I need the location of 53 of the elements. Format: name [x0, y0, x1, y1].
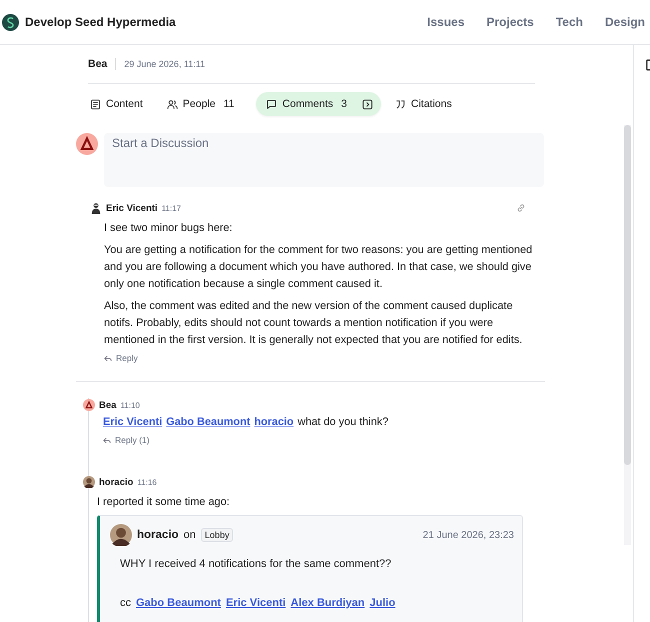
scrollbar[interactable] — [624, 125, 631, 545]
document-icon — [90, 98, 101, 110]
tab[interactable]: Comments 3 — [256, 92, 381, 116]
comment-time: 11:10 — [120, 400, 140, 410]
cc-label: cc — [120, 596, 131, 611]
mention-link[interactable]: Eric Vicenti — [226, 595, 286, 612]
nav-link[interactable]: Design — [604, 15, 645, 29]
avatar-icon — [90, 202, 102, 214]
avatar-icon — [83, 476, 95, 488]
comment-author: horacio — [99, 476, 134, 488]
tab[interactable]: People 11 — [164, 92, 244, 116]
mention-link[interactable]: Gabo Beaumont — [166, 414, 250, 431]
link-icon[interactable] — [516, 203, 526, 213]
document-date: 29 June 2026, 11:11 — [123, 59, 206, 69]
mention-link[interactable]: Alex Burdiyan — [290, 595, 365, 612]
reply-button[interactable]: Reply (1) — [103, 435, 150, 445]
avatar-icon — [76, 133, 98, 155]
comment-author: horacio — [137, 529, 179, 541]
comment-icon — [266, 98, 278, 110]
nav-link[interactable]: Projects — [486, 15, 534, 29]
nav-link[interactable]: Tech — [556, 15, 583, 29]
comment-author: Eric Vicenti — [106, 202, 158, 214]
comment-author: Bea — [99, 400, 116, 410]
quote-icon — [395, 98, 406, 110]
comment-date: 21 June 2026, 23:23 — [422, 530, 514, 540]
discussion-field[interactable]: Start a Discussion — [104, 133, 544, 187]
reply-icon — [104, 354, 112, 362]
nav-link[interactable]: Issues — [427, 15, 464, 29]
mention-link[interactable]: Julio — [370, 595, 396, 612]
avatar-icon — [110, 524, 132, 546]
mention-link[interactable]: Gabo Beaumont — [136, 595, 221, 612]
comment-text: I reported it some time ago: — [97, 495, 231, 510]
people-icon — [166, 98, 178, 110]
site-name: Develop Seed Hypermedia — [25, 15, 176, 29]
on-label: on — [184, 529, 196, 541]
reply-button[interactable]: Reply — [104, 353, 138, 363]
comment-text: You are getting a notification for the comment for two reasons: you are getting mentioned and you are following a document which you have authored. In that case, we should give only one notification because a single comment caused it. — [104, 243, 534, 292]
tab[interactable]: Citations — [393, 92, 462, 116]
author-name: Bea — [88, 58, 116, 70]
comment-time: 11:17 — [162, 204, 182, 212]
logo-icon — [2, 14, 19, 30]
reply-icon — [103, 436, 111, 444]
comment-text: Also, the comment was edited and the new version of the comment caused duplicate notifs. Probably, edits should not count towards a mention notification if you were mentioned in the first version. It is generally not expected that you are notified for edits. — [104, 299, 524, 348]
comment-text: WHY I received 4 notifications for the same comment?? — [120, 557, 392, 572]
place-badge: Lobby — [200, 528, 234, 542]
comment-text: I see two minor bugs here: — [104, 221, 234, 236]
mention-link[interactable]: horacio — [254, 414, 294, 431]
mention-link[interactable]: Eric Vicenti — [103, 414, 162, 431]
comment-time: 11:16 — [137, 478, 157, 486]
tab[interactable]: Content — [88, 92, 153, 116]
comment-text: what do you think? — [298, 415, 388, 430]
panel-icon — [362, 98, 373, 110]
avatar-icon — [83, 399, 95, 411]
